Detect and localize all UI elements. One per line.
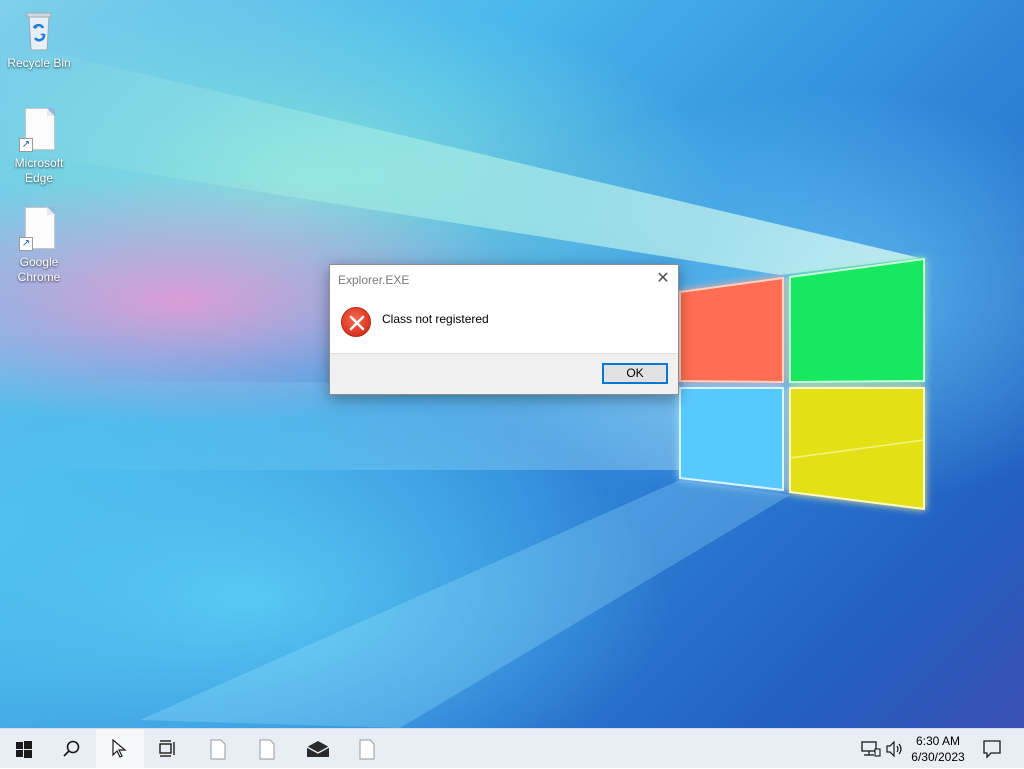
blank-file-icon — [259, 739, 275, 760]
dialog-body: Class not registered — [330, 295, 678, 354]
windows-start-icon — [16, 741, 32, 758]
dialog-title: Explorer.EXE — [338, 273, 410, 287]
close-icon[interactable]: ✕ — [648, 265, 678, 293]
desktop-icon-label: Google Chrome — [17, 255, 61, 284]
file-shortcut-icon: ↗ — [19, 207, 59, 253]
taskbar: 6:30 AM 6/30/2023 — [0, 728, 1024, 769]
shortcut-arrow-icon: ↗ — [19, 237, 33, 251]
clock[interactable]: 6:30 AM 6/30/2023 — [906, 733, 970, 765]
taskbar-app-3[interactable] — [343, 729, 391, 769]
cursor-icon — [112, 739, 127, 758]
file-shortcut-icon: ↗ — [19, 108, 59, 154]
desktop-icon-recycle-bin[interactable]: Recycle Bin — [4, 8, 74, 71]
mail-button[interactable] — [292, 729, 340, 769]
clock-date: 6/30/2023 — [911, 750, 965, 764]
dialog-message: Class not registered — [382, 312, 489, 326]
mail-icon — [306, 741, 330, 757]
blank-file-icon — [210, 739, 226, 760]
windows-logo — [679, 257, 925, 511]
search-icon — [63, 740, 80, 757]
dialog-footer: OK — [330, 353, 678, 394]
shortcut-arrow-icon: ↗ — [19, 138, 33, 152]
network-icon[interactable] — [861, 740, 881, 758]
search-button[interactable] — [48, 729, 96, 769]
desktop-icon-microsoft-edge[interactable]: ↗ Microsoft Edge — [4, 108, 74, 186]
clock-time: 6:30 AM — [915, 734, 961, 748]
task-view-button[interactable] — [144, 729, 192, 769]
volume-icon[interactable] — [885, 740, 905, 758]
dialog-titlebar[interactable]: Explorer.EXE ✕ — [330, 265, 678, 295]
cortana-button[interactable] — [96, 729, 144, 769]
taskbar-app-1[interactable] — [194, 729, 242, 769]
task-view-icon — [159, 740, 175, 757]
error-icon — [341, 307, 371, 337]
desktop-icon-label: Recycle Bin — [7, 56, 71, 70]
desktop-icon-google-chrome[interactable]: ↗ Google Chrome — [4, 207, 74, 285]
notification-icon[interactable] — [982, 739, 1002, 759]
recycle-bin-icon — [19, 8, 59, 54]
desktop: Recycle Bin ↗ Microsoft Edge ↗ Google Ch… — [0, 0, 1024, 728]
taskbar-app-2[interactable] — [243, 729, 291, 769]
desktop-icon-label: Microsoft Edge — [14, 156, 64, 185]
start-button[interactable] — [0, 729, 48, 769]
blank-file-icon — [359, 739, 375, 760]
ok-button[interactable]: OK — [602, 363, 668, 384]
error-dialog: Explorer.EXE ✕ Class not registered OK — [329, 264, 679, 395]
